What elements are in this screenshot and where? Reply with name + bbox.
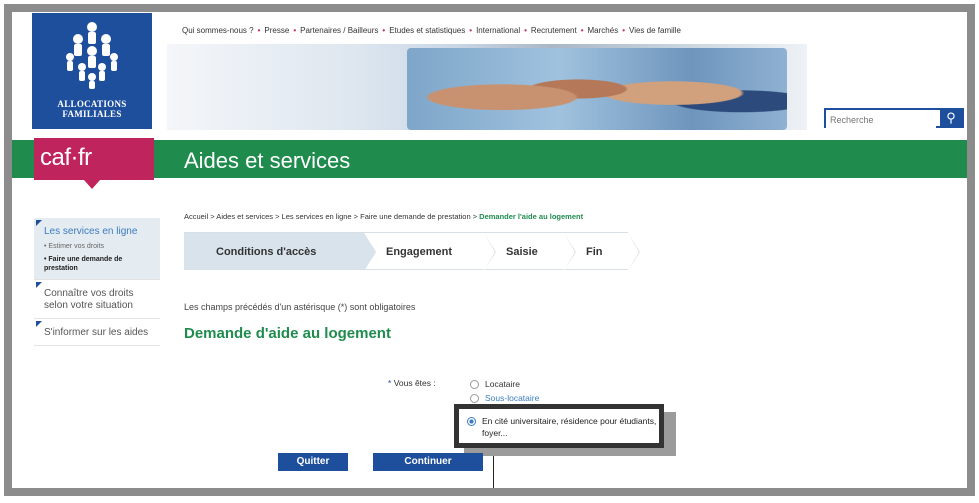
radio-cite-universitaire[interactable]: En cité universitaire, résidence pour ét… — [467, 415, 659, 439]
section-bar — [12, 140, 967, 178]
screenshot-frame: ALLOCATIONS FAMILIALES Qui sommes-nous ?… — [4, 4, 975, 496]
logo-line-2: FAMILIALES — [62, 109, 122, 119]
topnav-item-qui-sommes-nous[interactable]: Qui sommes-nous ? — [182, 26, 254, 35]
step-label: Engagement — [386, 246, 453, 258]
question-label: * Vous êtes : — [388, 378, 436, 388]
topnav-separator: • — [524, 26, 527, 35]
topnav-item-recrutement[interactable]: Recrutement — [531, 26, 577, 35]
quit-button[interactable]: Quitter — [278, 453, 348, 471]
topnav-item-etudes[interactable]: Etudes et statistiques — [389, 26, 465, 35]
search-input[interactable] — [826, 112, 936, 128]
sidebar-item-services-en-ligne[interactable]: Les services en ligne • Estimer vos droi… — [34, 218, 160, 280]
radio-label: En cité universitaire, résidence pour ét… — [482, 416, 657, 438]
caf-fr-brand[interactable]: caf·fr — [34, 138, 154, 189]
sidebar-subitem-estimer[interactable]: • Estimer vos droits — [44, 242, 154, 251]
callout-pointer-line — [493, 456, 494, 488]
search-box: ⚲ — [824, 108, 964, 128]
topnav-separator: • — [293, 26, 297, 35]
topnav-item-presse[interactable]: Presse — [264, 26, 289, 35]
step-saisie: Saisie — [484, 232, 576, 271]
top-navigation: Qui sommes-nous ? • Presse • Partenaires… — [182, 26, 902, 35]
radio-label: Locataire — [485, 379, 520, 389]
brand-pointer — [84, 180, 100, 189]
continue-button[interactable]: Continuer — [373, 453, 483, 471]
breadcrumb-path[interactable]: Accueil > Aides et services > Les servic… — [184, 212, 479, 221]
caf-fr-label: caf·fr — [40, 144, 92, 171]
header-banner — [167, 44, 807, 130]
step-arrow-inner — [364, 233, 375, 271]
logo-name: ALLOCATIONS FAMILIALES — [32, 99, 152, 119]
radio-locataire[interactable]: Locataire — [470, 379, 520, 389]
radio-circle[interactable] — [470, 393, 479, 403]
topnav-separator: • — [469, 26, 473, 35]
mandatory-note: Les champs précédés d'un astérisque (*) … — [184, 302, 416, 312]
logo-line-1: ALLOCATIONS — [57, 99, 127, 109]
corner-marker — [36, 220, 42, 226]
step-label: Saisie — [506, 246, 538, 258]
sidebar-item-connaitre-vos-droits[interactable]: Connaître vos droits selon votre situati… — [34, 280, 160, 319]
step-conditions: Conditions d'accès — [184, 232, 376, 271]
sidebar: Les services en ligne • Estimer vos droi… — [34, 218, 160, 346]
sidebar-subitem-demande[interactable]: • Faire une demande de prestation — [44, 255, 154, 273]
radio-sous-locataire[interactable]: Sous-locataire — [470, 393, 539, 403]
sidebar-item-label: Connaître vos droits selon votre situati… — [44, 288, 134, 311]
search-icon[interactable]: ⚲ — [940, 110, 962, 126]
caf-logo[interactable]: ALLOCATIONS FAMILIALES — [32, 13, 152, 129]
topnav-item-vies-de-famille[interactable]: Vies de famille — [629, 26, 681, 35]
topnav-separator: • — [257, 26, 261, 35]
sidebar-item-label: S'informer sur les aides — [44, 327, 149, 338]
step-label: Conditions d'accès — [216, 246, 317, 258]
topnav-separator: • — [580, 26, 584, 35]
topnav-separator: • — [382, 26, 386, 35]
highlighted-option-callout: En cité universitaire, résidence pour ét… — [454, 404, 664, 448]
breadcrumb: Accueil > Aides et services > Les servic… — [184, 212, 583, 221]
radio-circle[interactable] — [470, 379, 479, 389]
topnav-item-international[interactable]: International — [476, 26, 520, 35]
corner-marker — [36, 321, 42, 327]
step-arrow-inner — [484, 233, 495, 271]
breadcrumb-current: Demander l'aide au logement — [479, 212, 584, 221]
callout-shadow — [464, 448, 676, 456]
sidebar-item-label: Les services en ligne — [44, 226, 138, 237]
page-title: Aides et services — [184, 148, 351, 173]
step-label: Fin — [586, 246, 603, 258]
required-star: * — [388, 378, 392, 388]
family-photo — [407, 48, 787, 130]
question-text: Vous êtes : — [393, 378, 436, 388]
step-engagement: Engagement — [364, 232, 496, 271]
radio-label: Sous-locataire — [485, 393, 540, 403]
progress-steps: Conditions d'accès Engagement Saisie Fin — [184, 232, 640, 271]
sidebar-item-sinformer[interactable]: S'informer sur les aides — [34, 319, 160, 346]
form-title: Demande d'aide au logement — [184, 325, 391, 342]
radio-circle-selected[interactable] — [467, 417, 476, 426]
corner-marker — [36, 282, 42, 288]
family-figures-icon — [66, 22, 118, 89]
step-arrow-inner — [628, 233, 639, 271]
topnav-item-partenaires[interactable]: Partenaires / Bailleurs — [300, 26, 378, 35]
step-arrow-inner — [564, 233, 575, 271]
topnav-item-marches[interactable]: Marchés — [588, 26, 619, 35]
topnav-separator: • — [622, 26, 626, 35]
